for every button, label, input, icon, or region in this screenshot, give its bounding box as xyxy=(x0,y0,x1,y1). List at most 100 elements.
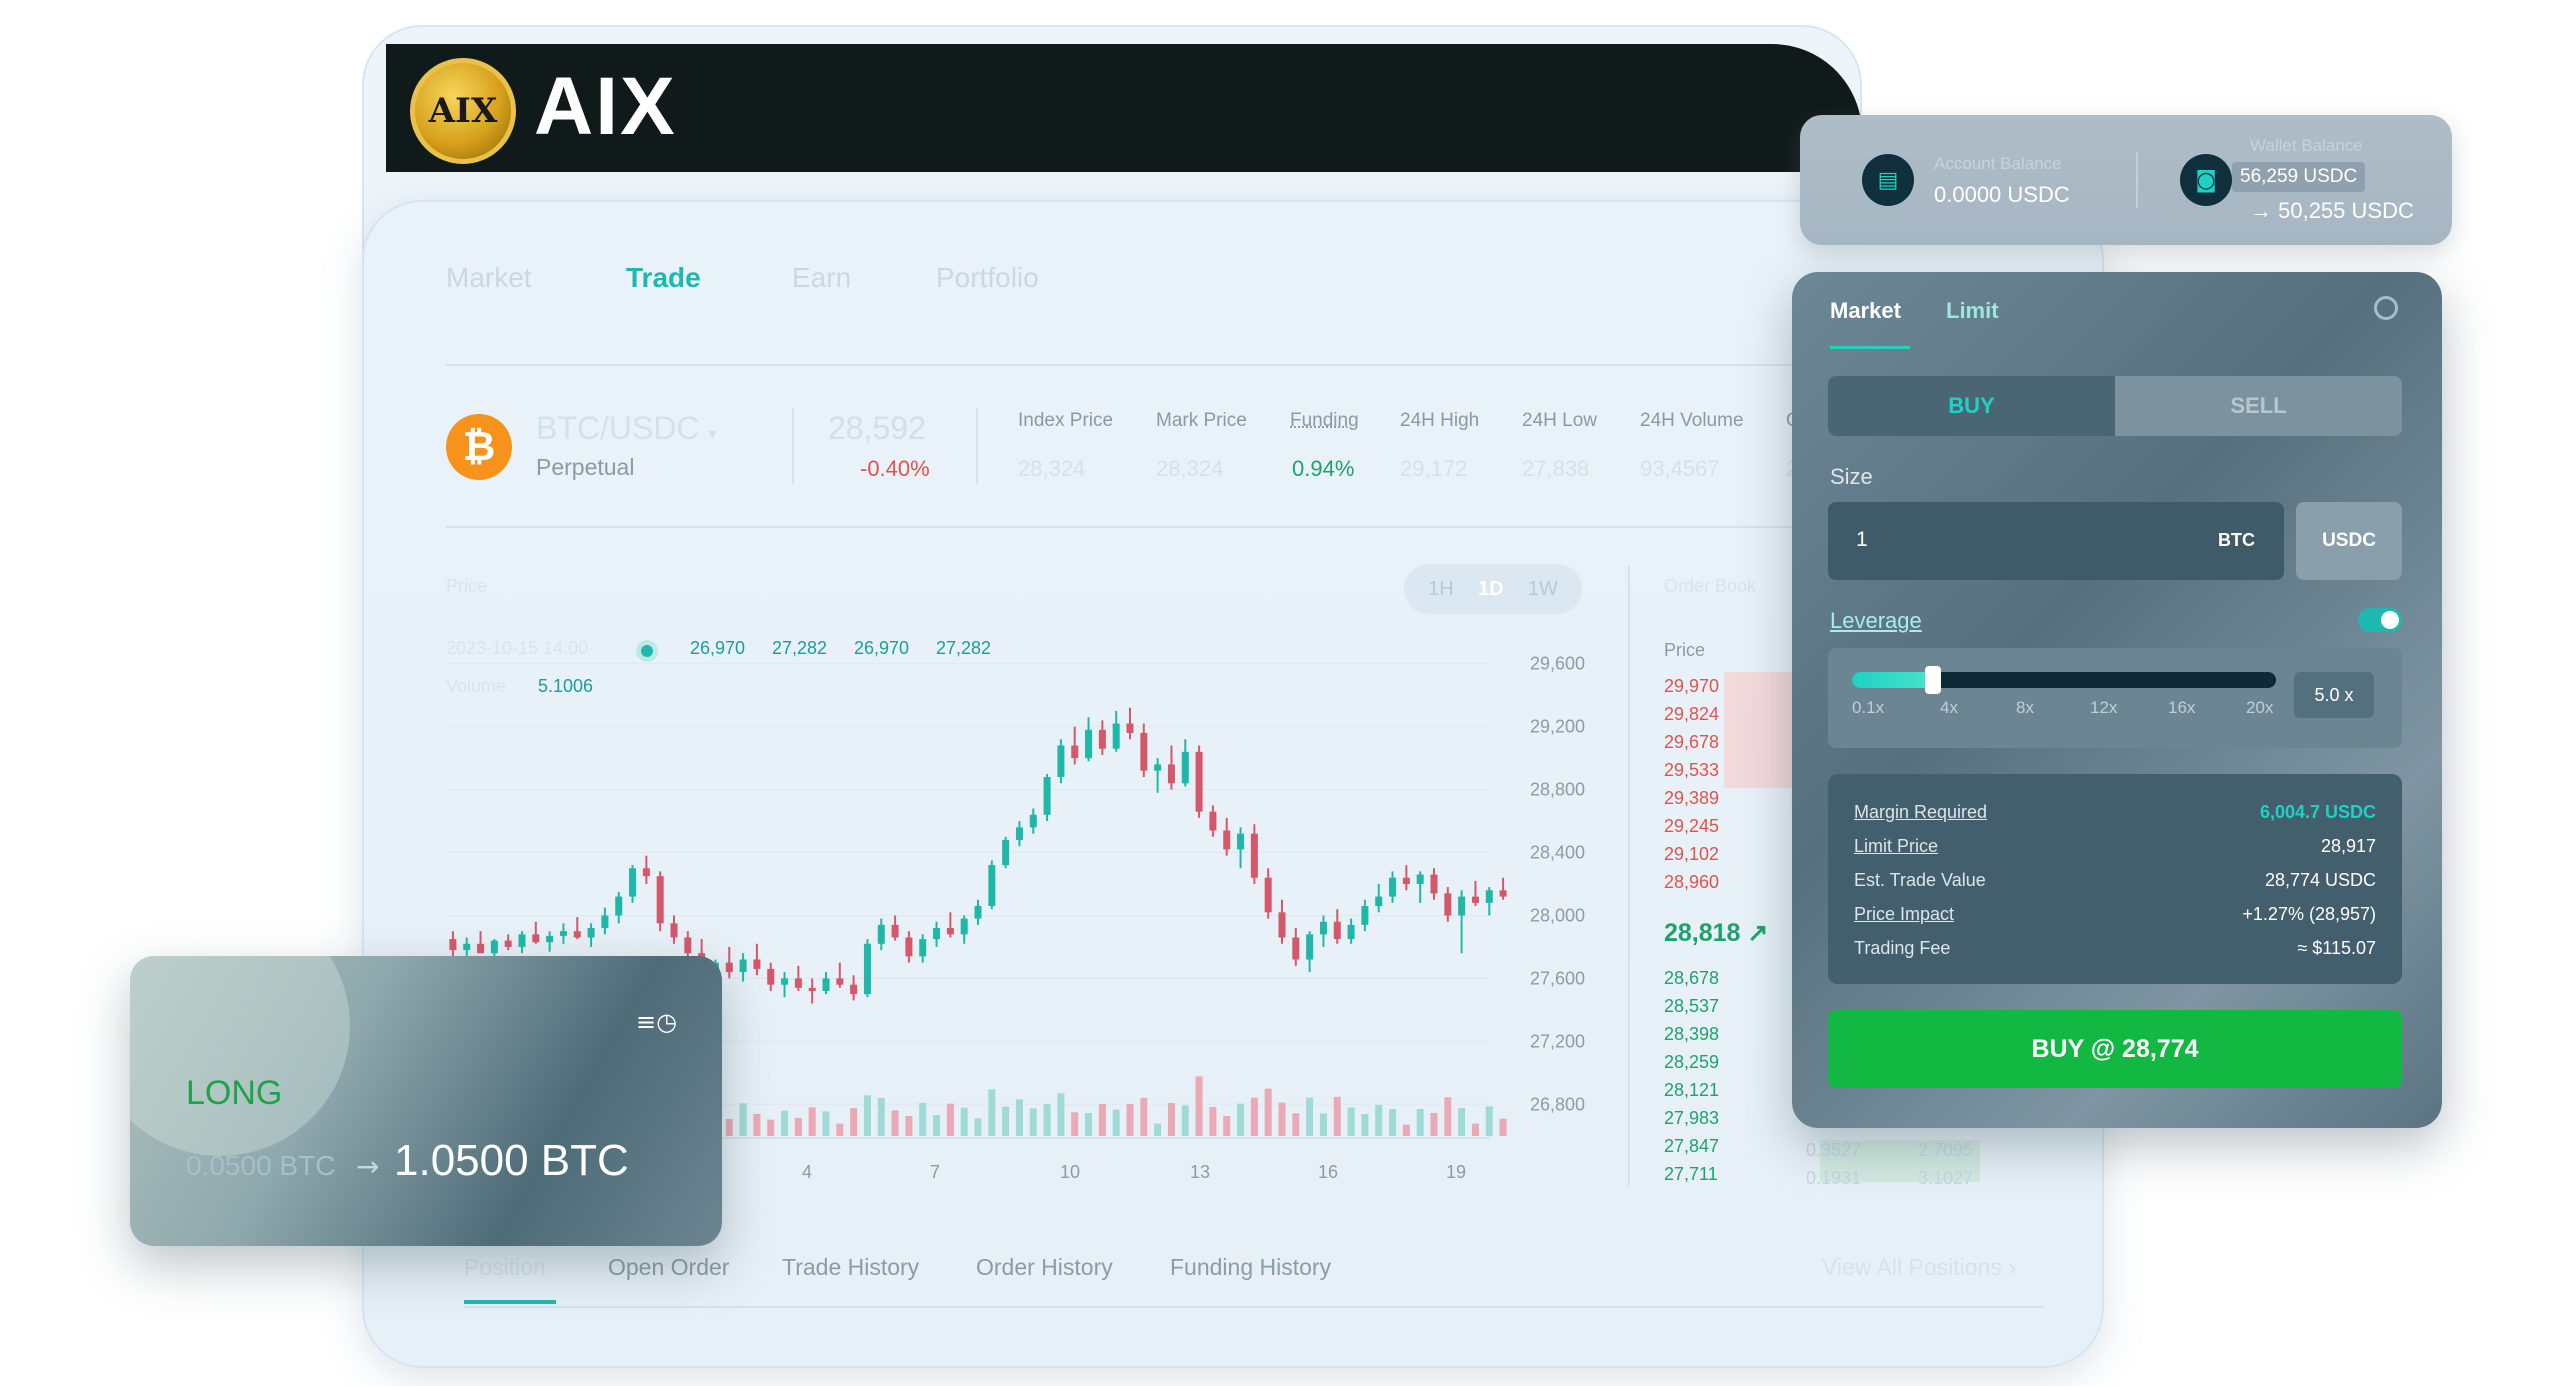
volume-bar xyxy=(1361,1114,1369,1136)
orderbook-ask-row[interactable]: 29,970 xyxy=(1664,676,1719,697)
tab-market-order[interactable]: Market xyxy=(1830,298,1901,324)
orderbook-ask-row[interactable]: 28,960 xyxy=(1664,872,1719,893)
account-balance-value: 0.0000 USDC xyxy=(1934,182,2070,207)
orderbook-bid-row[interactable]: 28,398 xyxy=(1664,1024,1719,1045)
volume-bar xyxy=(1237,1103,1245,1136)
candle-body xyxy=(1237,833,1245,850)
position-size-before: 0.0500 BTC xyxy=(186,1150,336,1181)
orderbook-ask-row[interactable]: 29,389 xyxy=(1664,788,1719,809)
size-input[interactable] xyxy=(1828,502,2284,580)
stat-value-index-price: 28,324 xyxy=(1018,456,1086,481)
candle-body xyxy=(725,962,733,973)
leverage-slider-fill xyxy=(1852,672,1933,688)
orderbook-bid-row[interactable]: 28,259 xyxy=(1664,1052,1719,1073)
volume-bar xyxy=(1209,1107,1217,1136)
volume-bar xyxy=(905,1116,913,1136)
candle-body xyxy=(1458,896,1466,916)
leverage-value-input[interactable]: 5.0 x xyxy=(2294,672,2374,718)
candle-body xyxy=(573,931,581,938)
candle-body xyxy=(670,923,678,938)
volume-bar xyxy=(946,1103,954,1136)
leverage-label[interactable]: Leverage xyxy=(1830,608,1922,634)
volume-bar xyxy=(836,1123,844,1136)
limit-price-value: 28,917 xyxy=(2320,836,2376,856)
stat-label-funding[interactable]: Funding xyxy=(1290,410,1359,432)
volume-bar xyxy=(725,1119,733,1136)
candle-body xyxy=(656,876,664,924)
volume-bar xyxy=(1444,1097,1452,1136)
tab-trade-history[interactable]: Trade History xyxy=(782,1254,919,1281)
tab-limit-order[interactable]: Limit xyxy=(1946,298,1999,324)
size-label: Size xyxy=(1830,464,1873,489)
candle-body xyxy=(1485,890,1493,903)
chevron-right-icon: › xyxy=(2008,1254,2016,1280)
leverage-slider-handle[interactable] xyxy=(1925,666,1941,694)
volume-bar xyxy=(850,1108,858,1136)
buy-submit-button[interactable]: BUY @ 28,774 xyxy=(1828,1010,2402,1088)
candle-body xyxy=(1015,827,1023,840)
nav-market[interactable]: Market xyxy=(446,262,532,302)
candle-body xyxy=(850,984,858,995)
view-all-positions-link[interactable]: View All Positions › xyxy=(1822,1254,2016,1281)
wallet-balance-after: → 50,255 USDC xyxy=(2250,198,2414,223)
buy-tab[interactable]: BUY xyxy=(1828,376,2115,436)
candle-body xyxy=(1264,877,1272,913)
volume-bar xyxy=(1181,1105,1189,1136)
candle-body xyxy=(1126,723,1134,733)
orderbook-ask-row[interactable]: 29,245 xyxy=(1664,816,1719,837)
account-balance-icon: ▤ xyxy=(1862,154,1914,206)
orderbook-bid-row[interactable]: 28,537 xyxy=(1664,996,1719,1017)
leverage-toggle[interactable] xyxy=(2358,608,2402,632)
logo-mark: AIX xyxy=(428,91,498,131)
tab-open-order[interactable]: Open Order xyxy=(608,1254,729,1281)
candle-body xyxy=(684,937,692,954)
tab-position[interactable]: Position xyxy=(464,1254,546,1281)
orderbook-bid-row[interactable]: 28,678 xyxy=(1664,968,1719,989)
candle-body xyxy=(1085,729,1093,759)
ticker-separator xyxy=(792,408,794,484)
orderbook-ask-row[interactable]: 29,533 xyxy=(1664,760,1719,781)
nav-divider xyxy=(446,364,1806,366)
volume-bar xyxy=(1098,1104,1106,1136)
candle-body xyxy=(1444,893,1452,916)
sell-tab[interactable]: SELL xyxy=(2115,376,2402,436)
ticker-separator xyxy=(976,408,978,484)
stat-label-24h-volume: 24H Volume xyxy=(1640,410,1744,431)
orderbook-bid-row[interactable]: 27,711 xyxy=(1664,1164,1718,1185)
pair-selector[interactable]: BTC/USDC ▾ xyxy=(536,410,716,447)
nav-portfolio[interactable]: Portfolio xyxy=(936,262,1039,302)
orderbook-bid-row[interactable]: 28,121 xyxy=(1664,1080,1719,1101)
orderbook-ask-row[interactable]: 29,102 xyxy=(1664,844,1719,865)
orderbook-bid-row[interactable]: 27,983 xyxy=(1664,1108,1719,1129)
position-menu-icon[interactable]: ≡◷ xyxy=(636,1008,677,1036)
price-impact-label[interactable]: Price Impact xyxy=(1854,904,1954,925)
usdc-unit-button[interactable]: USDC xyxy=(2296,502,2402,580)
candle-body xyxy=(1361,906,1369,925)
candle-body xyxy=(794,978,802,988)
candle-body xyxy=(933,928,941,940)
candle-body xyxy=(1430,874,1438,894)
margin-required-label[interactable]: Margin Required xyxy=(1854,802,1987,823)
leverage-tick: 8x xyxy=(2016,698,2034,717)
nav-trade[interactable]: Trade xyxy=(626,262,701,302)
stat-value-24h-high: 29,172 xyxy=(1400,456,1468,481)
volume-bar xyxy=(1250,1097,1258,1136)
x-tick-label: 13 xyxy=(1190,1162,1210,1182)
stat-value-24h-low: 27,838 xyxy=(1522,456,1590,481)
tab-funding-history[interactable]: Funding History xyxy=(1170,1254,1331,1281)
volume-bar xyxy=(988,1089,996,1136)
orderbook-bid-row[interactable]: 27,847 xyxy=(1664,1136,1719,1157)
orderbook-size: 0.3527 xyxy=(1806,1140,1862,1160)
candle-body xyxy=(1195,751,1203,812)
candle-body xyxy=(1292,937,1300,960)
tab-order-history[interactable]: Order History xyxy=(976,1254,1113,1281)
gear-icon[interactable] xyxy=(2374,296,2398,320)
volume-bar xyxy=(1485,1106,1493,1136)
bitcoin-icon: ₿ xyxy=(446,414,512,480)
volume-bar xyxy=(1375,1105,1383,1136)
nav-earn[interactable]: Earn xyxy=(792,262,851,302)
x-tick-label: 10 xyxy=(1060,1162,1080,1182)
orderbook-ask-row[interactable]: 29,678 xyxy=(1664,732,1719,753)
limit-price-label[interactable]: Limit Price xyxy=(1854,836,1938,857)
orderbook-ask-row[interactable]: 29,824 xyxy=(1664,704,1719,725)
